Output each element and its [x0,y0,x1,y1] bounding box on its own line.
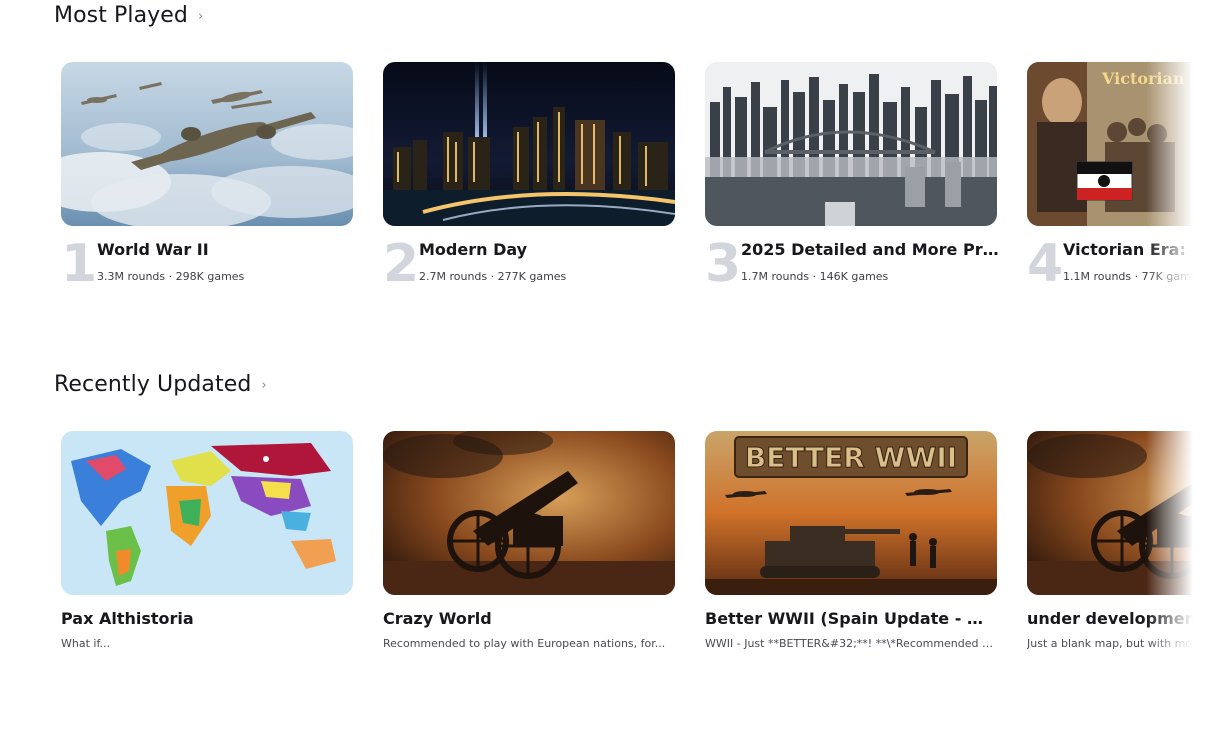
cannon-image[interactable] [1027,431,1193,595]
game-card[interactable]: under development Just a blank map, but … [1027,431,1193,691]
card-title[interactable]: 2025 Detailed and More Pro... [741,240,999,259]
card-stats: 2.7M rounds · 277K games [419,270,567,283]
card-title[interactable]: under development [1027,609,1193,628]
world-map-image[interactable] [61,431,353,595]
section-title[interactable]: Most Played [54,3,188,28]
night-city-image[interactable] [383,62,675,226]
chevron-right-icon[interactable]: › [261,378,266,393]
recently-updated-carousel: Pax Althistoria What if... Crazy World R… [61,431,1193,731]
card-stats: 3.3M rounds · 298K games [97,270,245,283]
card-stats: 1.7M rounds · 146K games [741,270,889,283]
rank-number: 1 [61,234,98,294]
game-card[interactable]: 2 Modern Day 2.7M rounds · 277K games [383,62,675,322]
skyline-bridge-image[interactable] [705,62,997,226]
image-caption: BETTER WWII [745,441,957,474]
game-card[interactable]: 1 World War II 3.3M rounds · 298K games [61,62,353,322]
rank-number: 2 [383,234,420,294]
game-card[interactable]: Crazy World Recommended to play with Eur… [383,431,675,691]
ww2-bombers-image[interactable] [61,62,353,226]
cannon-image[interactable] [383,431,675,595]
card-description: WWII - Just **BETTER&#32;**! **\*Recomme… [705,637,997,650]
most-played-carousel: 1 World War II 3.3M rounds · 298K games [61,62,1193,362]
card-description: Recommended to play with European nation… [383,637,666,650]
rank-number: 3 [705,234,742,294]
card-title[interactable]: Victorian Era: [1063,240,1193,259]
rank-number: 4 [1027,234,1064,294]
card-stats: 1.1M rounds · 77K games [1063,270,1193,283]
game-card[interactable]: Pax Althistoria What if... [61,431,353,691]
better-wwii-image[interactable]: BETTER WWII [705,431,997,595]
recently-updated-header[interactable]: Recently Updated › [54,372,267,397]
chevron-right-icon[interactable]: › [198,9,203,24]
card-title[interactable]: Crazy World [383,609,675,628]
card-title[interactable]: Modern Day [419,240,677,259]
card-title[interactable]: Pax Althistoria [61,609,353,628]
card-description: Just a blank map, but with more [1027,637,1193,650]
game-card[interactable]: 3 2025 Detailed and More Pro... 1.7M rou… [705,62,999,322]
section-title[interactable]: Recently Updated [54,372,251,397]
image-caption: Victorian Era FLAGS [1101,69,1193,88]
card-title[interactable]: World War II [97,240,355,259]
victorian-painting-image[interactable]: Victorian Era FLAGS [1027,62,1193,226]
card-description: What if... [61,637,111,650]
game-card[interactable]: BETTER WWII Better WWII (Spain Update - … [705,431,997,691]
most-played-header[interactable]: Most Played › [54,3,203,28]
card-title[interactable]: Better WWII (Spain Update - mor... [705,609,997,628]
game-card[interactable]: Victorian Era FLAGS 4 Victorian Era: 1.1… [1027,62,1193,322]
